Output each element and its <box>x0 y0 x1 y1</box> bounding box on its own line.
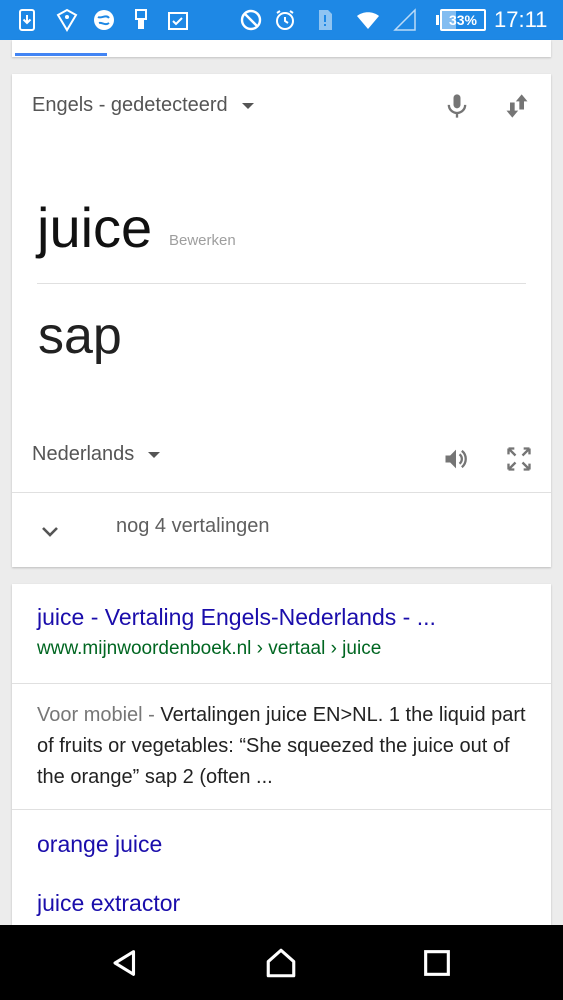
back-icon[interactable] <box>105 943 145 983</box>
dropdown-arrow-icon <box>148 451 161 458</box>
result-snippet: Voor mobiel - Vertalingen juice EN>NL. 1… <box>37 700 532 793</box>
recents-icon[interactable] <box>417 943 457 983</box>
navigation-bar <box>0 925 563 1000</box>
home-icon[interactable] <box>261 943 301 983</box>
snippet-prefix: Voor mobiel - <box>37 704 161 726</box>
sim-alert-icon <box>312 7 338 33</box>
signal-icon <box>392 7 418 33</box>
download-icon <box>14 7 40 33</box>
usb-icon <box>128 7 154 33</box>
divider <box>12 809 551 810</box>
related-link-juice-extractor[interactable]: juice extractor <box>37 890 180 917</box>
related-link-orange-juice[interactable]: orange juice <box>37 831 162 858</box>
search-result-card: juice - Vertaling Engels-Nederlands - ..… <box>12 584 551 925</box>
battery-percentage: 33% <box>448 12 478 28</box>
more-translations-button[interactable]: nog 4 vertalingen <box>12 492 551 567</box>
target-language-label: Nederlands <box>32 443 135 465</box>
swap-languages-icon[interactable] <box>501 90 533 122</box>
dropdown-arrow-icon <box>241 102 254 109</box>
source-language-selector[interactable]: Engels - gedetecteerd <box>32 94 254 117</box>
globe-icon <box>91 7 117 33</box>
speaker-icon[interactable] <box>440 443 472 475</box>
translation-card: Engels - gedetecteerd juice Bewerken sap… <box>12 74 551 567</box>
fullscreen-icon[interactable] <box>503 443 535 475</box>
tab-indicator <box>15 53 107 56</box>
do-not-disturb-icon <box>238 7 264 33</box>
clock: 17:11 <box>494 7 548 32</box>
result-url[interactable]: www.mijnwoordenboek.nl › vertaal › juice <box>37 638 381 660</box>
shield-icon <box>54 7 80 33</box>
source-text[interactable]: juice <box>37 196 152 260</box>
target-language-selector[interactable]: Nederlands <box>32 443 161 466</box>
result-title-link[interactable]: juice - Vertaling Engels-Nederlands - ..… <box>37 604 436 631</box>
more-translations-label: nog 4 vertalingen <box>116 515 270 537</box>
battery-icon: 33% <box>436 8 486 32</box>
clipboard-check-icon <box>165 7 191 33</box>
edit-link[interactable]: Bewerken <box>169 232 236 249</box>
chevron-down-icon <box>42 527 58 537</box>
translation-text: sap <box>38 307 122 365</box>
divider <box>37 283 526 284</box>
wifi-icon <box>355 7 381 33</box>
microphone-icon[interactable] <box>441 90 473 122</box>
alarm-icon <box>272 7 298 33</box>
divider <box>12 683 551 684</box>
status-bar: 33% 17:11 <box>0 0 563 40</box>
previous-card <box>12 40 551 57</box>
source-language-label: Engels - gedetecteerd <box>32 94 228 116</box>
